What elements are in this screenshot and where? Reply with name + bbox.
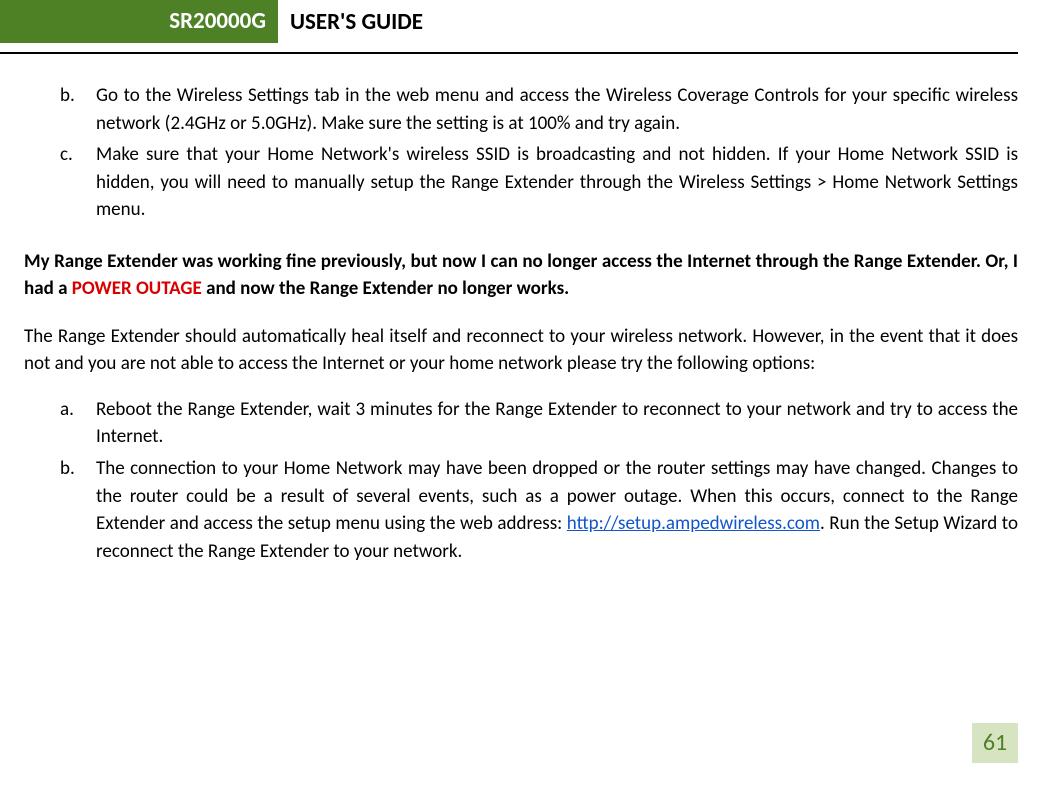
page-number-badge: 61 (972, 723, 1018, 763)
setup-link[interactable]: http://setup.ampedwireless.com (567, 512, 820, 535)
header-model-text: SR20000G (169, 5, 266, 38)
list-item: b. Go to the Wireless Settings tab in th… (24, 82, 1018, 137)
list-marker: b. (60, 82, 86, 110)
list-text: Go to the Wireless Settings tab in the w… (96, 84, 1018, 135)
list-item: b. The connection to your Home Network m… (24, 455, 1018, 565)
header-title-text: USER'S GUIDE (290, 6, 423, 39)
list-marker: b. (60, 455, 86, 483)
page-content: b. Go to the Wireless Settings tab in th… (0, 54, 1042, 565)
intro-paragraph: The Range Extender should automatically … (24, 323, 1018, 378)
intro-text: The Range Extender should automatically … (24, 325, 1018, 376)
page-header: SR20000G USER'S GUIDE (0, 0, 1018, 54)
list-item: c. Make sure that your Home Network's wi… (24, 141, 1018, 224)
list-marker: c. (60, 141, 86, 169)
page-number: 61 (983, 726, 1007, 761)
list-text: Make sure that your Home Network's wirel… (96, 143, 1018, 221)
heading-after-red: and now the Range Extender no longer wor… (202, 277, 569, 300)
list-text: Reboot the Range Extender, wait 3 minute… (96, 398, 1018, 449)
header-title: USER'S GUIDE (290, 0, 423, 46)
list-item: a. Reboot the Range Extender, wait 3 min… (24, 396, 1018, 451)
troubleshoot-list-2: a. Reboot the Range Extender, wait 3 min… (24, 396, 1018, 565)
section-heading: My Range Extender was working fine previ… (24, 248, 1018, 303)
heading-red-text: POWER OUTAGE (72, 277, 202, 300)
troubleshoot-list-1: b. Go to the Wireless Settings tab in th… (24, 82, 1018, 224)
header-model-badge: SR20000G (0, 0, 278, 43)
list-marker: a. (60, 396, 86, 424)
